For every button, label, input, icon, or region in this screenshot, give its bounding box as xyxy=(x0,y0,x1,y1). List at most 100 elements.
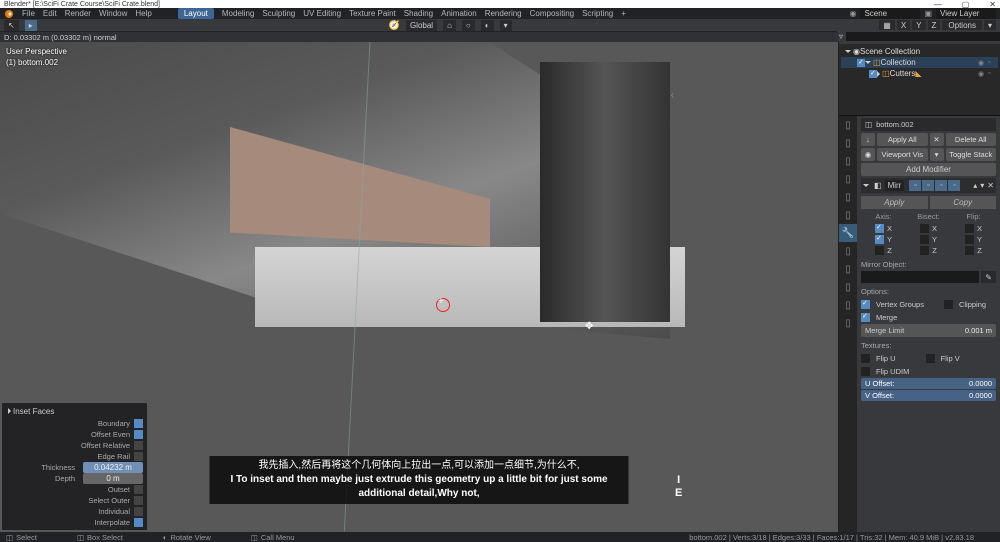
menu-file[interactable]: File xyxy=(22,9,35,18)
axis-z-check[interactable] xyxy=(875,246,884,255)
flip-y-check[interactable] xyxy=(965,235,974,244)
tab-material-icon[interactable]: ▯ xyxy=(839,314,857,332)
tab-viewlayer-icon[interactable]: ▯ xyxy=(839,152,857,170)
tab-compositing[interactable]: Compositing xyxy=(530,9,574,18)
visibility-icon[interactable]: ◉ xyxy=(978,59,986,67)
menu-help[interactable]: Help xyxy=(135,9,151,18)
edge-rail-check[interactable] xyxy=(134,452,143,461)
individual-check[interactable] xyxy=(134,507,143,516)
camera-icon[interactable]: ▫ xyxy=(988,70,996,78)
boundary-check[interactable] xyxy=(134,419,143,428)
mod-cage-icon[interactable]: ▫ xyxy=(948,180,960,191)
play-icon[interactable]: ▸ xyxy=(25,20,37,31)
merge-limit-slider[interactable]: Merge Limit0.001 m xyxy=(861,324,996,337)
tab-constraints-icon[interactable]: ▯ xyxy=(839,278,857,296)
tab-physics-icon[interactable]: ▯ xyxy=(839,260,857,278)
falloff-icon[interactable]: ○ xyxy=(462,20,475,31)
tab-sculpting[interactable]: Sculpting xyxy=(262,9,295,18)
minimize-button[interactable]: — xyxy=(934,0,942,9)
mod-up-icon[interactable]: ▴ xyxy=(973,181,977,190)
thickness-value[interactable]: 0.04232 m xyxy=(83,462,143,473)
toggle-stack-button[interactable]: Toggle Stack xyxy=(946,148,997,161)
flip-z-check[interactable] xyxy=(965,246,974,255)
mod-render-icon[interactable]: ▫ xyxy=(909,180,921,191)
tab-layout[interactable]: Layout xyxy=(178,8,214,19)
mod-edit-icon[interactable]: ▫ xyxy=(935,180,947,191)
x-toggle[interactable]: X xyxy=(897,20,910,31)
tab-mesh-icon[interactable]: ▯ xyxy=(839,296,857,314)
mirror-modifier-header[interactable]: ◧ Mirr ▫ ▫ ▫ ▫ ▴ ▾ ✕ xyxy=(861,178,996,193)
add-modifier-button[interactable]: Add Modifier xyxy=(861,163,996,176)
properties-breadcrumb[interactable]: ◫bottom.002 xyxy=(861,118,996,131)
dropdown-icon[interactable]: ▾ xyxy=(500,20,512,31)
operator-panel[interactable]: Inset Faces Boundary Offset Even Offset … xyxy=(2,403,147,530)
tab-object-icon[interactable]: ▯ xyxy=(839,206,857,224)
tab-output-icon[interactable]: ▯ xyxy=(839,134,857,152)
sidebar-toggle-icon[interactable]: ‹ xyxy=(671,90,674,101)
clipping-check[interactable] xyxy=(944,300,953,309)
visibility-icon[interactable]: ◉ xyxy=(978,70,986,78)
tab-shading[interactable]: Shading xyxy=(404,9,433,18)
v-offset-slider[interactable]: V Offset:0.0000 xyxy=(861,390,996,401)
camera-icon[interactable]: ▫ xyxy=(988,59,996,67)
apply-all-button[interactable]: Apply All xyxy=(877,133,928,146)
options-button[interactable]: Options xyxy=(942,20,982,31)
tab-modifier-icon[interactable]: 🔧 xyxy=(839,224,857,242)
mirror-object-input[interactable] xyxy=(861,271,979,283)
tab-rendering[interactable]: Rendering xyxy=(485,9,522,18)
depth-value[interactable]: 0 m xyxy=(83,473,143,484)
bisect-x-check[interactable] xyxy=(920,224,929,233)
bisect-z-check[interactable] xyxy=(920,246,929,255)
x-icon[interactable]: ✕ xyxy=(930,133,944,146)
bisect-y-check[interactable] xyxy=(920,235,929,244)
z-toggle[interactable]: Z xyxy=(928,20,941,31)
mod-close-icon[interactable]: ✕ xyxy=(987,181,994,190)
delete-all-button[interactable]: Delete All xyxy=(946,133,997,146)
outliner-cutters[interactable]: ◫ Cutters ◣◉▫ xyxy=(841,68,998,79)
viewlayer-input[interactable] xyxy=(936,8,996,19)
select-outer-check[interactable] xyxy=(134,496,143,505)
axis-x-check[interactable] xyxy=(875,224,884,233)
flip-udim-check[interactable] xyxy=(861,367,870,376)
tab-add[interactable]: + xyxy=(621,9,626,18)
merge-check[interactable] xyxy=(861,313,870,322)
eye-icon[interactable]: ◉ xyxy=(861,148,875,161)
mod-display-icon[interactable]: ▫ xyxy=(922,180,934,191)
copy-button[interactable]: Copy xyxy=(930,196,997,209)
flip-u-check[interactable] xyxy=(861,354,870,363)
outliner-collection[interactable]: ◫ Collection◉▫ xyxy=(841,57,998,68)
tab-uv-editing[interactable]: UV Editing xyxy=(303,9,341,18)
tab-animation[interactable]: Animation xyxy=(441,9,477,18)
mod-down-icon[interactable]: ▾ xyxy=(980,181,984,190)
tab-modeling[interactable]: Modeling xyxy=(222,9,254,18)
operator-title[interactable]: Inset Faces xyxy=(4,405,145,418)
toggle-icon[interactable]: ▾ xyxy=(930,148,944,161)
outliner[interactable]: ◉ Scene Collection ◫ Collection◉▫ ◫ Cutt… xyxy=(839,44,1000,116)
scene-input[interactable] xyxy=(860,8,920,19)
tab-particles-icon[interactable]: ▯ xyxy=(839,242,857,260)
orientation-select[interactable]: Global xyxy=(406,20,437,31)
options-chevron-icon[interactable]: ▾ xyxy=(984,20,996,31)
maximize-button[interactable]: ▢ xyxy=(962,0,970,9)
offset-even-check[interactable] xyxy=(134,430,143,439)
tab-scene-icon[interactable]: ▯ xyxy=(839,170,857,188)
vertex-groups-check[interactable] xyxy=(861,300,870,309)
proportional-icon[interactable]: ◐ xyxy=(481,20,494,31)
flip-v-check[interactable] xyxy=(926,354,935,363)
u-offset-slider[interactable]: U Offset:0.0000 xyxy=(861,378,996,389)
gizmos-icon[interactable]: ▦ xyxy=(879,20,895,31)
y-toggle[interactable]: Y xyxy=(912,20,925,31)
outliner-search[interactable] xyxy=(846,32,1000,41)
down-icon[interactable]: ↓ xyxy=(861,133,875,146)
eyedropper-icon[interactable]: ✎ xyxy=(981,271,996,283)
tab-world-icon[interactable]: ▯ xyxy=(839,188,857,206)
cursor-tool-icon[interactable]: ↖ xyxy=(4,20,19,31)
outset-check[interactable] xyxy=(134,485,143,494)
axis-y-check[interactable] xyxy=(875,235,884,244)
close-button[interactable]: ✕ xyxy=(989,0,996,9)
outliner-type-icon[interactable]: ▿ xyxy=(839,32,843,41)
snap-icon[interactable]: ⌂ xyxy=(443,20,456,31)
offset-relative-check[interactable] xyxy=(134,441,143,450)
interpolate-check[interactable] xyxy=(134,518,143,527)
menu-render[interactable]: Render xyxy=(65,9,91,18)
